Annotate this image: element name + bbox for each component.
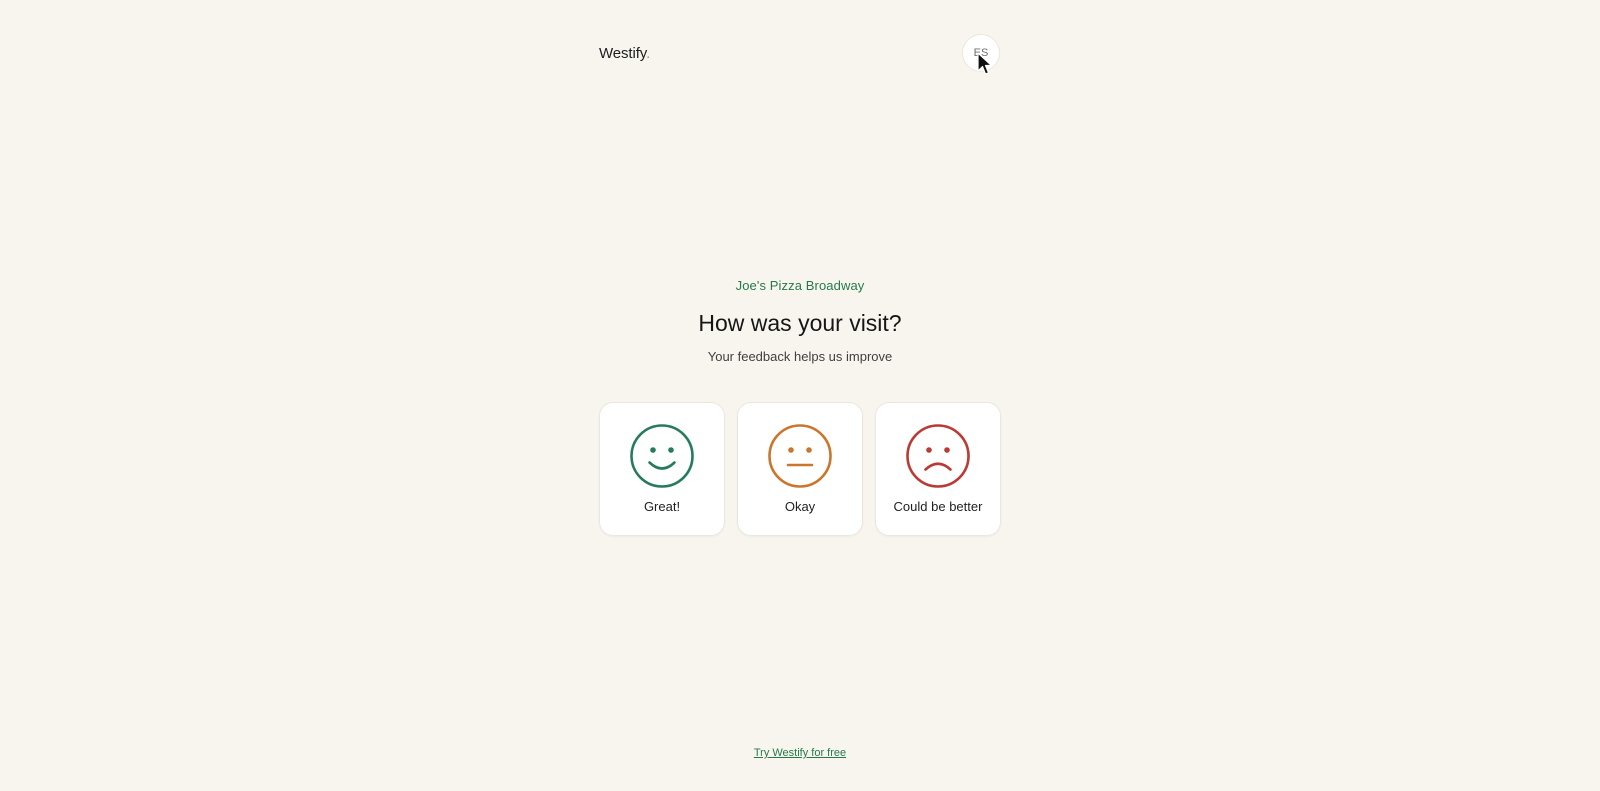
rating-option-could-be-better[interactable]: Could be better xyxy=(875,402,1001,536)
rating-option-label: Great! xyxy=(643,499,681,514)
smile-face-icon xyxy=(630,424,694,488)
logo: Westify. xyxy=(599,45,650,62)
sad-face-icon xyxy=(906,424,970,488)
rating-options: Great! Okay Could be better xyxy=(599,402,1001,536)
try-westify-link[interactable]: Try Westify for free xyxy=(754,747,846,759)
logo-dot: . xyxy=(646,45,651,62)
footer: Try Westify for free xyxy=(0,743,1600,761)
page-title: How was your visit? xyxy=(698,310,902,336)
neutral-face-icon xyxy=(768,424,832,488)
subtitle: Your feedback helps us improve xyxy=(707,349,893,365)
rating-option-okay[interactable]: Okay xyxy=(737,402,863,536)
rating-option-label: Okay xyxy=(784,499,816,514)
rating-option-great[interactable]: Great! xyxy=(599,402,725,536)
logo-text: Westify xyxy=(599,45,647,62)
restaurant-name: Joe's Pizza Broadway xyxy=(735,278,865,293)
rating-option-label: Could be better xyxy=(893,499,983,514)
language-label: ES xyxy=(973,47,989,59)
feedback-prompt: Joe's Pizza Broadway How was your visit?… xyxy=(0,278,1600,364)
language-toggle-button[interactable]: ES xyxy=(962,34,1000,72)
header: Westify. ES xyxy=(0,0,1600,110)
